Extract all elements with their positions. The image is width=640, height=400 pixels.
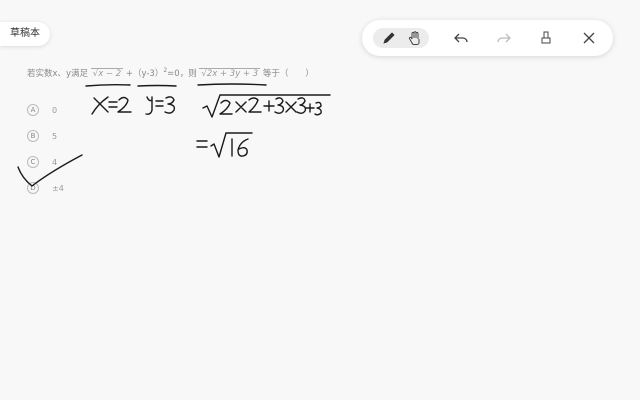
draft-book-button[interactable]: 草稿本 — [0, 22, 50, 46]
ink-sqrt-sign-2 — [210, 132, 253, 158]
hand-tool-button[interactable] — [402, 26, 428, 50]
ink-underline-2 — [137, 84, 177, 87]
ink-sqrt-sign-1 — [202, 94, 331, 118]
close-icon — [583, 32, 595, 44]
ink-sixteen — [231, 138, 249, 157]
question-prefix: 若实数x、y满足 — [27, 69, 89, 79]
option-d[interactable]: D ±4 — [27, 181, 64, 195]
redo-icon — [497, 33, 511, 43]
option-c-key: C — [27, 156, 39, 168]
option-a-key: A — [27, 104, 39, 116]
ink-equals-2 — [155, 100, 164, 107]
option-c-text: 4 — [52, 157, 58, 167]
undo-button[interactable] — [448, 26, 474, 50]
ink-radicand — [219, 97, 322, 116]
handwriting-canvas[interactable] — [0, 0, 640, 400]
close-toolbar-button[interactable] — [576, 26, 602, 50]
question-mid: +（y-3） — [125, 69, 164, 79]
option-a[interactable]: A 0 — [27, 103, 57, 117]
eraser-button[interactable] — [533, 26, 559, 50]
option-b-text: 5 — [52, 131, 58, 141]
eraser-icon — [541, 31, 551, 44]
ink-equals-1 — [108, 101, 118, 108]
drawing-toolbar — [362, 20, 613, 56]
option-d-key: D — [27, 182, 39, 194]
redo-button[interactable] — [491, 26, 517, 50]
question-suffix: 等于（ ） — [262, 69, 314, 79]
option-a-text: 0 — [52, 105, 58, 115]
ink-underline-1 — [85, 83, 131, 87]
option-c[interactable]: C 4 — [27, 155, 57, 169]
sqrt-radicand-2: 2x + 3y + 3 — [206, 69, 259, 79]
sqrt-expression-2: √2x + 3y + 3 — [199, 68, 261, 79]
question-text: 若实数x、y满足 √x − 2 +（y-3）2=0，则 √2x + 3y + 3… — [27, 67, 314, 79]
option-d-text: ±4 — [52, 183, 64, 193]
sqrt-radicand-1: x − 2 — [98, 69, 122, 79]
ink-two-1 — [117, 96, 132, 113]
ink-equals-3 — [196, 140, 208, 148]
option-b[interactable]: B 5 — [27, 129, 57, 143]
undo-icon — [454, 33, 468, 43]
ink-three-1 — [164, 96, 176, 114]
question-mid2: =0，则 — [167, 69, 197, 79]
option-b-key: B — [27, 130, 39, 142]
sqrt-expression-1: √x − 2 — [90, 68, 124, 79]
pen-tool-button[interactable] — [376, 26, 402, 50]
draft-book-label: 草稿本 — [10, 28, 40, 39]
hand-icon — [408, 31, 420, 45]
ink-x-char — [91, 96, 109, 115]
ink-y-char — [145, 96, 153, 115]
pen-icon — [383, 32, 395, 44]
ink-underline-3 — [197, 83, 267, 86]
